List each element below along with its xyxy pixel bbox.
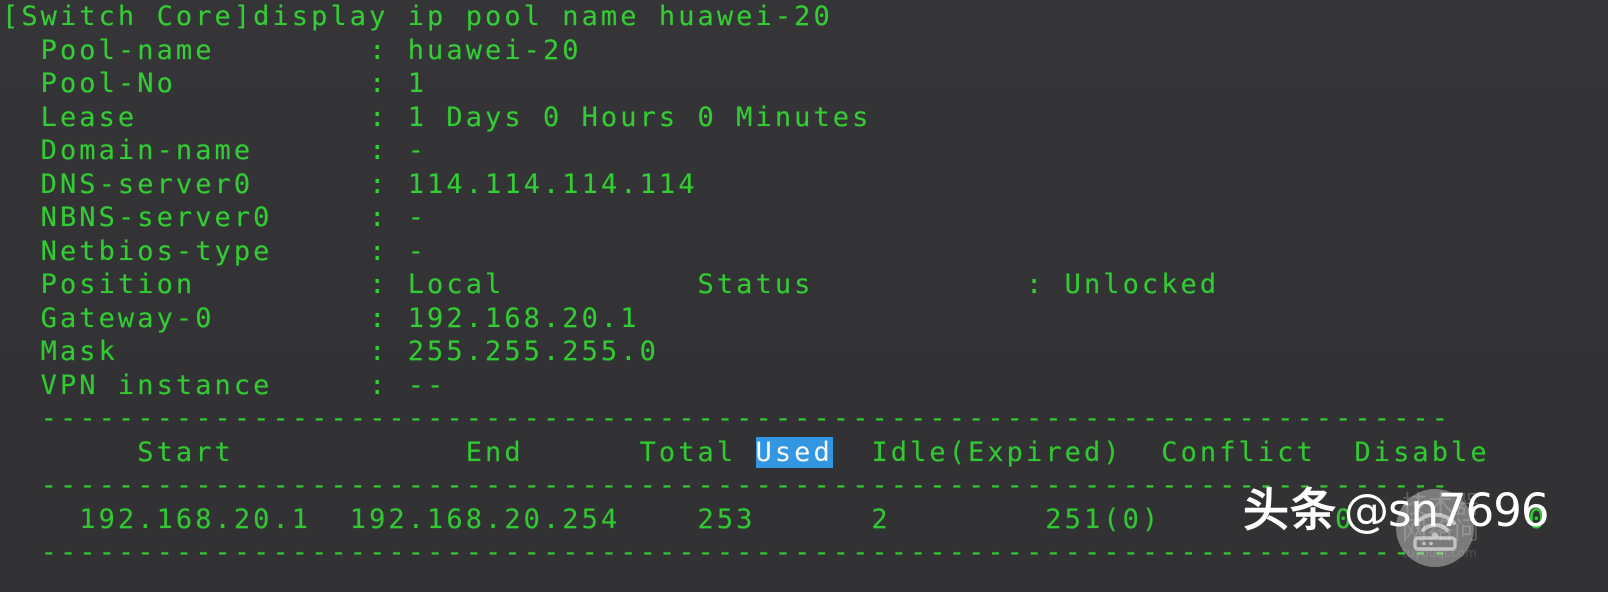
field-nbns-server0-text: NBNS-server0 : - (2, 202, 428, 233)
field-pool-name: Pool-name : huawei-20 (2, 34, 582, 68)
field-mask-text: Mask : 255.255.255.0 (2, 336, 659, 367)
field-domain-name-text: Domain-name : - (2, 135, 428, 166)
field-gateway-0-text: Gateway-0 : 192.168.20.1 (2, 302, 640, 334)
field-nbns-server0: NBNS-server0 : - (2, 201, 427, 235)
field-netbios-type-text: Netbios-type : - (2, 235, 428, 267)
field-position-status: Position : Local Status : Unlocked (2, 268, 1219, 302)
separator-rule-bottom: ----------------------------------------… (2, 536, 1451, 570)
separator-rule-top-text: ----------------------------------------… (2, 403, 1452, 434)
field-position-status-text: Position : Local Status : Unlocked (2, 269, 1220, 300)
separator-rule-top: ----------------------------------------… (2, 402, 1451, 436)
prompt-line-text: [Switch Core]display ip pool name huawei… (2, 1, 833, 32)
terminal-prompt-line: [Switch Core]display ip pool name huawei… (2, 0, 833, 34)
field-dns-server0: DNS-server0 : 114.114.114.114 (2, 168, 698, 202)
field-domain-name: Domain-name : - (2, 134, 427, 168)
table-header-leading: Start End Total (2, 436, 756, 468)
field-dns-server0-text: DNS-server0 : 114.114.114.114 (2, 168, 698, 200)
field-netbios-type: Netbios-type : - (2, 235, 427, 269)
field-lease-text: Lease : 1 Days 0 Hours 0 Minutes (2, 101, 872, 133)
field-lease: Lease : 1 Days 0 Hours 0 Minutes (2, 101, 871, 135)
separator-rule-middle: ----------------------------------------… (2, 469, 1451, 503)
table-row-text: 192.168.20.1 192.168.20.254 253 2 251(0)… (2, 503, 1548, 535)
table-row: 192.168.20.1 192.168.20.254 253 2 251(0)… (2, 503, 1548, 537)
table-header-used-selected[interactable]: Used (755, 436, 833, 468)
table-header-trailing: Idle(Expired) Conflict Disable (832, 436, 1490, 468)
field-mask: Mask : 255.255.255.0 (2, 335, 659, 369)
terminal-screen: [Switch Core]display ip pool name huawei… (0, 0, 1608, 592)
field-pool-no-text: Pool-No : 1 (2, 68, 428, 99)
table-header-row: Start End Total Used Idle(Expired) Confl… (2, 436, 1490, 470)
separator-rule-bottom-text: ----------------------------------------… (2, 537, 1452, 568)
field-pool-no: Pool-No : 1 (2, 67, 427, 101)
field-vpn-instance-text: VPN instance : -- (2, 369, 447, 401)
field-gateway-0: Gateway-0 : 192.168.20.1 (2, 302, 640, 336)
field-vpn-instance: VPN instance : -- (2, 369, 446, 403)
separator-rule-middle-text: ----------------------------------------… (2, 470, 1452, 501)
field-pool-name-text: Pool-name : huawei-20 (2, 34, 582, 66)
